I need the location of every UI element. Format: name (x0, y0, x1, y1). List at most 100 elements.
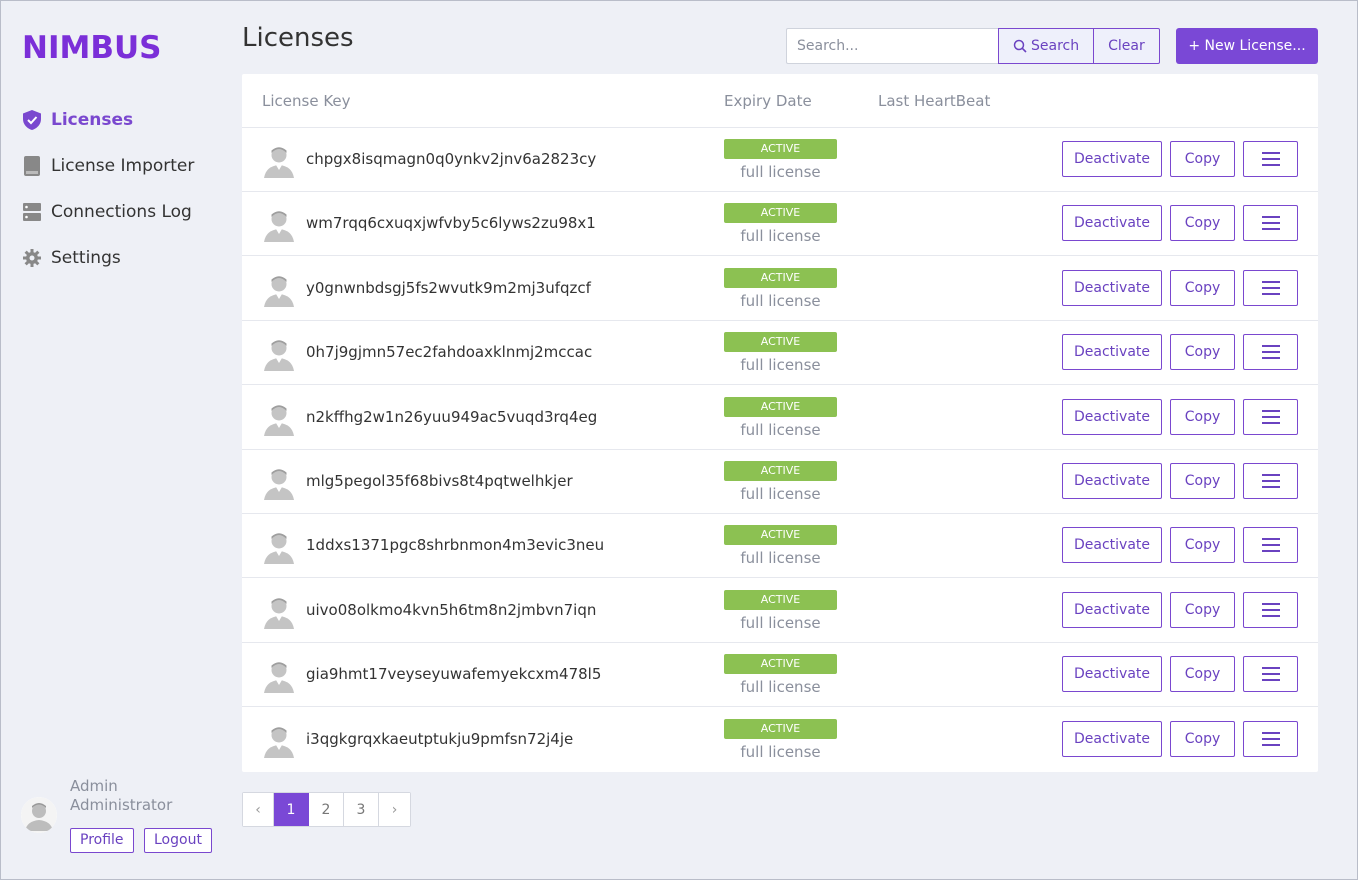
status-badge: ACTIVE (724, 267, 837, 288)
hamburger-menu-icon (1261, 344, 1280, 360)
deactivate-button[interactable]: Deactivate (1062, 334, 1162, 371)
copy-button[interactable]: Copy (1170, 591, 1235, 628)
pagination-page-3[interactable]: 3 (344, 793, 379, 826)
user-avatar-icon (262, 528, 296, 565)
deactivate-button[interactable]: Deactivate (1062, 656, 1162, 693)
avatar (21, 797, 57, 833)
column-header-expiry-date[interactable]: Expiry Date (724, 92, 812, 110)
deactivate-button[interactable]: Deactivate (1062, 591, 1162, 628)
user-avatar-icon (262, 722, 296, 758)
search-button-label: Search (1031, 38, 1080, 54)
hamburger-menu-icon (1261, 537, 1280, 553)
logout-button[interactable]: Logout (144, 828, 212, 853)
user-avatar-icon (262, 400, 296, 436)
search-group: Search Clear (786, 28, 1160, 64)
user-role: Administrator (70, 796, 173, 814)
hamburger-menu-icon (1261, 731, 1280, 747)
profile-button[interactable]: Profile (70, 828, 134, 853)
pagination-prev[interactable]: ‹ (243, 793, 274, 826)
sidebar-item-connections-log[interactable]: Connections Log (22, 189, 222, 235)
deactivate-button[interactable]: Deactivate (1062, 398, 1162, 435)
status-badge: ACTIVE (724, 718, 837, 739)
deactivate-button[interactable]: Deactivate (1062, 269, 1162, 306)
pagination-page-1[interactable]: 1 (274, 793, 309, 826)
pagination-page-2[interactable]: 2 (309, 793, 344, 826)
user-avatar-icon (262, 206, 296, 243)
column-header-last-heartbeat[interactable]: Last HeartBeat (878, 92, 990, 110)
user-avatar-icon (262, 657, 296, 694)
sidebar-item-label: License Importer (51, 156, 195, 176)
hamburger-menu-icon (1261, 666, 1280, 682)
copy-button[interactable]: Copy (1170, 141, 1235, 177)
license-type: full license (740, 420, 821, 439)
status-badge: ACTIVE (724, 139, 837, 159)
license-type: full license (740, 291, 821, 310)
table-row: i3qgkgrqxkaeutptukju9pmfsn72j4je ACTIVE fu… (242, 708, 1318, 772)
row-menu-button[interactable] (1243, 463, 1298, 499)
copy-button[interactable]: Copy (1170, 720, 1235, 757)
deactivate-button[interactable]: Deactivate (1062, 141, 1162, 177)
hamburger-menu-icon (1261, 215, 1280, 231)
table-row: 0h7j9gjmn57ec2fahdoaxklnmj2mccac ACTIVE fu… (242, 321, 1318, 386)
row-menu-button[interactable] (1243, 398, 1298, 435)
deactivate-button[interactable]: Deactivate (1062, 205, 1162, 242)
logo[interactable]: NIMBUS (22, 31, 161, 65)
license-key: 1ddxs1371pgc8shrbnmon4m3evic3neu (306, 536, 605, 555)
table-row: mlg5pegol35f68bivs8t4pqtwelhkjer ACTIVE fu… (242, 450, 1318, 514)
shield-check-icon (22, 110, 42, 130)
page-title: Licenses (242, 23, 354, 53)
row-menu-button[interactable] (1243, 720, 1298, 757)
license-type: full license (740, 678, 821, 697)
row-menu-button[interactable] (1243, 656, 1298, 693)
license-key: uivo08olkmo4kvn5h6tm8n2jmbvn7iqn (306, 600, 597, 619)
status-badge: ACTIVE (724, 589, 837, 610)
table-row: gia9hmt17veyseyuwafemyekcxm478l5 ACTIVE fu… (242, 643, 1318, 708)
copy-button[interactable]: Copy (1170, 269, 1235, 306)
new-license-button[interactable]: + New License... (1176, 28, 1318, 64)
license-key: 0h7j9gjmn57ec2fahdoaxklnmj2mccac (306, 343, 593, 362)
copy-button[interactable]: Copy (1170, 527, 1235, 564)
user-avatar-icon (262, 464, 296, 500)
pagination-next[interactable]: › (379, 793, 410, 826)
hamburger-menu-icon (1261, 151, 1280, 167)
license-type: full license (740, 742, 821, 761)
license-key: chpgx8isqmagn0q0ynkv2jnv6a2823cy (306, 150, 597, 168)
copy-button[interactable]: Copy (1170, 398, 1235, 435)
deactivate-button[interactable]: Deactivate (1062, 527, 1162, 564)
table-row: n2kffhg2w1n26yuu949ac5vuqd3rq4eg ACTIVE fu… (242, 386, 1318, 450)
sidebar-item-license-importer[interactable]: License Importer (22, 143, 222, 189)
license-type: full license (740, 227, 821, 246)
license-key: mlg5pegol35f68bivs8t4pqtwelhkjer (306, 472, 573, 490)
status-badge: ACTIVE (724, 396, 837, 417)
search-icon (1013, 39, 1027, 53)
clear-button[interactable]: Clear (1094, 28, 1160, 64)
copy-button[interactable]: Copy (1170, 463, 1235, 499)
sidebar-item-licenses[interactable]: Licenses (22, 97, 222, 143)
deactivate-button[interactable]: Deactivate (1062, 720, 1162, 757)
row-menu-button[interactable] (1243, 527, 1298, 564)
copy-button[interactable]: Copy (1170, 334, 1235, 371)
row-menu-button[interactable] (1243, 269, 1298, 306)
search-input[interactable] (786, 28, 998, 64)
sidebar-nav: Licenses License Importer Connections Lo… (22, 97, 222, 281)
row-menu-button[interactable] (1243, 141, 1298, 177)
sidebar-item-settings[interactable]: Settings (22, 235, 222, 281)
hamburger-menu-icon (1261, 280, 1280, 296)
license-type: full license (740, 485, 821, 503)
table-row: chpgx8isqmagn0q0ynkv2jnv6a2823cy ACTIVE fu… (242, 128, 1318, 192)
user-name: Admin (70, 777, 118, 795)
license-type: full license (740, 613, 821, 632)
license-key: n2kffhg2w1n26yuu949ac5vuqd3rq4eg (306, 407, 598, 426)
row-menu-button[interactable] (1243, 205, 1298, 242)
row-menu-button[interactable] (1243, 334, 1298, 371)
pagination: ‹ 1 2 3 › (242, 792, 411, 827)
search-button[interactable]: Search (998, 28, 1095, 64)
deactivate-button[interactable]: Deactivate (1062, 463, 1162, 499)
copy-button[interactable]: Copy (1170, 205, 1235, 242)
row-menu-button[interactable] (1243, 591, 1298, 628)
sidebar-item-label: Licenses (51, 110, 134, 130)
column-header-license-key[interactable]: License Key (262, 92, 351, 110)
hamburger-menu-icon (1261, 473, 1280, 489)
user-avatar-icon (262, 335, 296, 372)
copy-button[interactable]: Copy (1170, 656, 1235, 693)
